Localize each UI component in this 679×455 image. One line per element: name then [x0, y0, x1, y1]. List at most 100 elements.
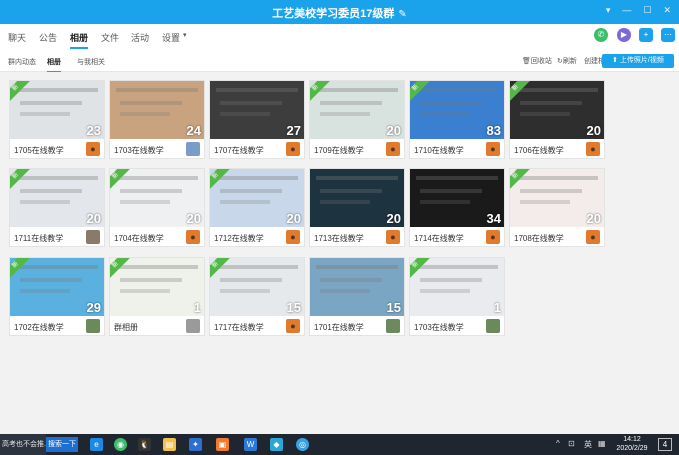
user-avatar-icon[interactable] [186, 319, 200, 333]
app-green-icon[interactable]: ◉ [114, 438, 127, 451]
bear-avatar-icon[interactable]: ● [286, 230, 300, 244]
album-card[interactable]: 15 1701在线教学 [309, 257, 405, 336]
folder-icon[interactable]: ▤ [163, 438, 176, 451]
album-cover[interactable]: 新 83 [410, 81, 504, 139]
chevron-down-icon[interactable]: ▾ [183, 31, 187, 39]
album-card[interactable]: 新 29 1702在线教学 [9, 257, 105, 336]
qq-icon[interactable]: 🐧 [138, 438, 151, 451]
album-name[interactable]: 1707在线教学 [214, 145, 264, 156]
album-name[interactable]: 1717在线教学 [214, 322, 264, 333]
tab-settings[interactable]: 设置 [162, 31, 180, 44]
album-cover[interactable]: 34 [410, 169, 504, 227]
album-card[interactable]: 新 20 1706在线教学 ● [509, 80, 605, 159]
app-round-icon[interactable]: ◎ [296, 438, 309, 451]
app-cyan-icon[interactable]: ◆ [270, 438, 283, 451]
album-name[interactable]: 1708在线教学 [514, 233, 564, 244]
bear-avatar-icon[interactable]: ● [386, 142, 400, 156]
tab-chat[interactable]: 聊天 [8, 31, 26, 44]
app-orange-icon[interactable]: ▣ [216, 438, 229, 451]
album-cover[interactable]: 新 20 [110, 169, 204, 227]
user-avatar-icon[interactable] [486, 319, 500, 333]
bear-avatar-icon[interactable]: ● [86, 142, 100, 156]
album-name[interactable]: 1704在线教学 [114, 233, 164, 244]
album-card[interactable]: 新 20 1709在线教学 ● [309, 80, 405, 159]
album-card[interactable]: 新 83 1710在线教学 ● [409, 80, 505, 159]
refresh-button[interactable]: ↻刷新 [557, 56, 577, 66]
notification-icon[interactable]: 4 [658, 438, 672, 451]
album-card[interactable]: 27 1707在线教学 ● [209, 80, 305, 159]
close-icon[interactable]: ✕ [663, 5, 671, 16]
network-icon[interactable]: ⊡ [568, 439, 575, 448]
taskbar-search-input[interactable]: 高考也不会推... [0, 434, 46, 455]
subtab-group-feed[interactable]: 群内动态 [8, 57, 36, 67]
app-blue-icon[interactable]: ✦ [189, 438, 202, 451]
album-cover[interactable]: 15 [310, 258, 404, 316]
taskbar-search-button[interactable]: 搜索一下 [46, 437, 78, 452]
album-cover[interactable]: 27 [210, 81, 304, 139]
album-name[interactable]: 1713在线教学 [314, 233, 364, 244]
album-card[interactable]: 新 1 1703在线教学 [409, 257, 505, 336]
video-icon[interactable]: ▶ [617, 28, 631, 42]
album-card[interactable]: 新 20 1708在线教学 ● [509, 168, 605, 247]
more-icon[interactable]: ⋯ [661, 28, 675, 42]
tab-activity[interactable]: 活动 [131, 31, 149, 44]
album-cover[interactable]: 24 [110, 81, 204, 139]
minimize-icon[interactable]: — [622, 5, 631, 16]
album-card[interactable]: 24 1703在线教学 [109, 80, 205, 159]
album-name[interactable]: 1701在线教学 [314, 322, 364, 333]
user-avatar-icon[interactable] [186, 142, 200, 156]
tab-files[interactable]: 文件 [101, 31, 119, 44]
bear-avatar-icon[interactable]: ● [286, 142, 300, 156]
album-cover[interactable]: 新1 [410, 258, 504, 316]
album-card[interactable]: 新 20 1704在线教学 ● [109, 168, 205, 247]
bear-avatar-icon[interactable]: ● [286, 319, 300, 333]
tray-chevron-icon[interactable]: ^ [556, 439, 560, 448]
bear-avatar-icon[interactable]: ● [486, 230, 500, 244]
album-cover[interactable]: 新 29 [10, 258, 104, 316]
album-name[interactable]: 1709在线教学 [314, 145, 364, 156]
album-name[interactable]: 1706在线教学 [514, 145, 564, 156]
album-name[interactable]: 1711在线教学 [14, 233, 63, 244]
album-cover[interactable]: 新 20 [210, 169, 304, 227]
user-avatar-icon[interactable] [386, 319, 400, 333]
album-cover[interactable]: 新 20 [310, 81, 404, 139]
album-card[interactable]: 20 1713在线教学 ● [309, 168, 405, 247]
album-cover[interactable]: 新1 [110, 258, 204, 316]
phone-icon[interactable]: ✆ [594, 28, 608, 42]
album-cover[interactable]: 新 20 [510, 169, 604, 227]
album-cover[interactable]: 新 20 [10, 169, 104, 227]
user-avatar-icon[interactable] [86, 319, 100, 333]
bear-avatar-icon[interactable]: ● [386, 230, 400, 244]
subtab-albums[interactable]: 相册 [47, 57, 61, 73]
album-name[interactable]: 1702在线教学 [14, 322, 64, 333]
tab-album[interactable]: 相册 [70, 31, 89, 49]
album-card[interactable]: 新 1 群相册 [109, 257, 205, 336]
bear-avatar-icon[interactable]: ● [586, 230, 600, 244]
user-avatar-icon[interactable] [86, 230, 100, 244]
album-name[interactable]: 1712在线教学 [214, 233, 264, 244]
album-name[interactable]: 1705在线教学 [14, 145, 64, 156]
album-card[interactable]: 新 23 1705在线教学 ● [9, 80, 105, 159]
album-cover[interactable]: 新 15 [210, 258, 304, 316]
word-icon[interactable]: W [244, 438, 257, 451]
recycle-bin-button[interactable]: 🗑回收站 [522, 56, 552, 66]
album-card[interactable]: 新 15 1717在线教学 ● [209, 257, 305, 336]
album-name[interactable]: 1703在线教学 [414, 322, 464, 333]
album-name[interactable]: 1710在线教学 [414, 145, 464, 156]
tray-lang[interactable]: 英 [584, 439, 592, 450]
tray-grid-icon[interactable]: ▦ [598, 439, 606, 448]
album-card[interactable]: 新 20 1711在线教学 [9, 168, 105, 247]
edge-icon[interactable]: e [90, 438, 103, 451]
album-card[interactable]: 新 20 1712在线教学 ● [209, 168, 305, 247]
album-name[interactable]: 1703在线教学 [114, 145, 164, 156]
add-icon[interactable]: + [639, 28, 653, 42]
maximize-icon[interactable]: ☐ [643, 5, 651, 16]
album-card[interactable]: 34 1714在线教学 ● [409, 168, 505, 247]
album-cover[interactable]: 新 20 [510, 81, 604, 139]
bear-avatar-icon[interactable]: ● [186, 230, 200, 244]
system-clock[interactable]: 14:12 2020/2/29 [612, 435, 652, 453]
chevron-down-icon[interactable]: ▾ [606, 5, 611, 16]
upload-button[interactable]: ⬆ 上传照片/视频 [602, 54, 674, 68]
subtab-related[interactable]: 与我相关 [77, 57, 105, 67]
tab-announcement[interactable]: 公告 [39, 31, 57, 44]
